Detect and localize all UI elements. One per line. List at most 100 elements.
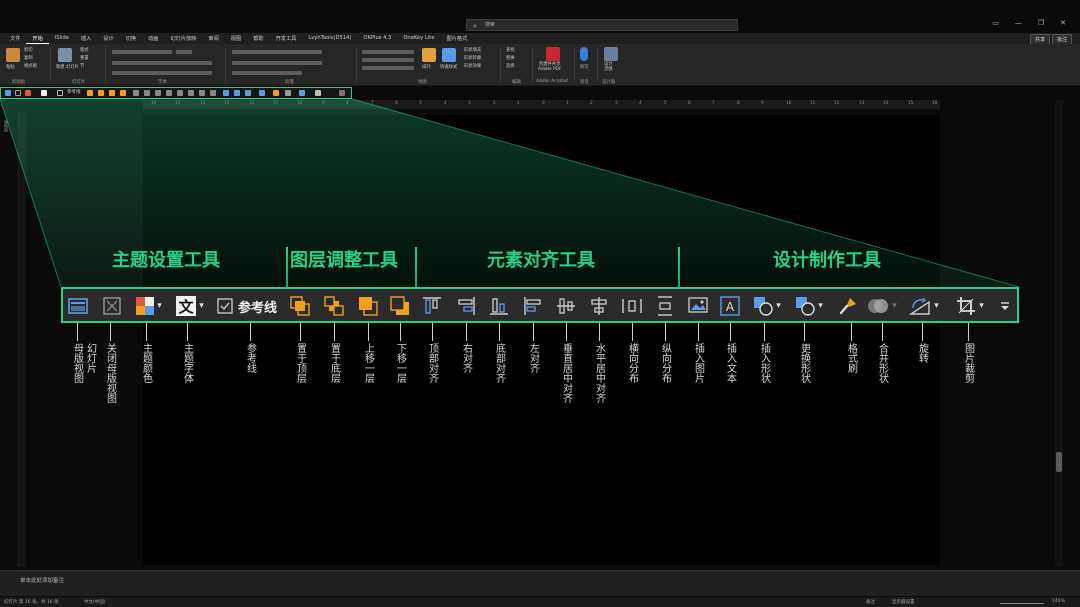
tab-help[interactable]: 帮助 — [247, 33, 269, 44]
tab-transitions[interactable]: 切换 — [120, 33, 142, 44]
bring-to-front-button[interactable] — [289, 295, 311, 317]
maximize-button[interactable]: ❐ — [1038, 19, 1044, 27]
reset-button[interactable]: 重置 — [80, 55, 89, 61]
qat-send-backward-icon[interactable] — [120, 90, 126, 96]
qat-format-painter-icon[interactable] — [273, 90, 279, 96]
distribute-horizontal-button[interactable] — [621, 295, 643, 317]
quick-styles-icon[interactable] — [442, 48, 456, 62]
paragraph-row-3[interactable] — [232, 71, 302, 75]
qat-insert-picture-icon[interactable] — [223, 90, 229, 96]
qat-align-center-v-icon[interactable] — [177, 90, 183, 96]
guides-toggle[interactable]: 参考线 — [213, 295, 281, 317]
section-button[interactable]: 节 — [80, 63, 84, 69]
format-painter-tool-button[interactable] — [837, 295, 859, 317]
qat-align-right-icon[interactable] — [144, 90, 150, 96]
customize-qat-button[interactable] — [997, 295, 1013, 317]
insert-picture-button[interactable] — [687, 295, 709, 317]
paragraph-row-1[interactable] — [232, 50, 322, 54]
designer-icon[interactable] — [604, 47, 618, 61]
replace-button[interactable]: 替换 — [506, 55, 515, 61]
qat-guides-checkbox-icon[interactable] — [57, 90, 63, 96]
arrange-icon[interactable] — [422, 48, 436, 62]
crop-button[interactable]: ▾ — [951, 295, 989, 317]
qat-change-shape-icon[interactable] — [259, 90, 265, 96]
close-master-button[interactable] — [101, 295, 123, 317]
microphone-icon[interactable] — [580, 47, 588, 61]
qat-slide-master-icon[interactable] — [5, 90, 11, 96]
align-center-horizontal-button[interactable] — [588, 295, 610, 317]
shapes-gallery-row-1[interactable] — [362, 50, 414, 54]
thumbnail-pane-collapsed[interactable]: 缩略图 — [0, 100, 14, 570]
tab-developer[interactable]: 开发工具 — [270, 33, 303, 44]
tab-slideshow[interactable]: 幻灯片放映 — [164, 33, 202, 44]
merge-shapes-button[interactable]: ▾ — [865, 295, 899, 317]
send-backward-button[interactable] — [389, 295, 411, 317]
shape-outline-button[interactable]: 形状轮廓 — [464, 55, 481, 61]
theme-colors-button[interactable]: ▾ — [129, 295, 169, 317]
qat-align-left-icon[interactable] — [166, 90, 172, 96]
shapes-gallery-row-3[interactable] — [362, 66, 414, 70]
qat-insert-textbox-icon[interactable] — [234, 90, 240, 96]
align-left-button[interactable] — [522, 295, 544, 317]
tab-okplus[interactable]: OKPlus 4.3 — [357, 33, 397, 44]
vertical-scrollbar[interactable] — [1055, 100, 1063, 567]
insert-textbox-button[interactable]: A — [719, 295, 741, 317]
adobe-pdf-icon[interactable] — [546, 47, 560, 61]
align-top-button[interactable] — [421, 295, 443, 317]
scrollbar-thumb[interactable] — [1056, 452, 1062, 472]
paragraph-row-2[interactable] — [232, 61, 322, 65]
align-right-button[interactable] — [455, 295, 477, 317]
shapes-gallery-row-2[interactable] — [362, 58, 414, 62]
tab-lvyhtools[interactable]: LvyhTools(D514) — [302, 33, 357, 44]
new-slide-icon[interactable] — [58, 48, 72, 62]
change-shape-button[interactable]: ▾ — [791, 295, 827, 317]
align-center-vertical-button[interactable] — [555, 295, 577, 317]
font-effects-row[interactable] — [112, 71, 212, 75]
rotate-button[interactable]: ▾ — [905, 295, 943, 317]
font-format-row[interactable] — [112, 61, 212, 65]
format-painter-button[interactable]: 格式刷 — [24, 63, 37, 69]
qat-align-center-h-icon[interactable] — [188, 90, 194, 96]
qat-bring-forward-icon[interactable] — [109, 90, 115, 96]
find-button[interactable]: 查找 — [506, 47, 515, 53]
notes-toggle[interactable]: 备注 — [866, 599, 875, 605]
qat-align-top-icon[interactable] — [133, 90, 139, 96]
qat-insert-shape-icon[interactable] — [245, 90, 251, 96]
qat-theme-colors-icon[interactable] — [25, 90, 31, 96]
minimize-button[interactable]: — — [1015, 19, 1022, 27]
display-settings[interactable]: 显示器设置 — [892, 599, 915, 605]
bring-forward-button[interactable] — [357, 295, 379, 317]
insert-shape-button[interactable]: ▾ — [749, 295, 785, 317]
tab-onekey[interactable]: OneKey Lite — [397, 33, 440, 44]
slide-canvas[interactable] — [143, 115, 940, 565]
send-to-back-button[interactable] — [323, 295, 345, 317]
tab-design[interactable]: 设计 — [97, 33, 119, 44]
qat-rotate-icon[interactable] — [299, 90, 305, 96]
zoom-slider[interactable] — [1000, 603, 1044, 604]
distribute-vertical-button[interactable] — [654, 295, 676, 317]
ribbon-display-button[interactable]: ▭ — [992, 19, 999, 27]
qat-distribute-v-icon[interactable] — [210, 90, 216, 96]
qat-merge-shapes-icon[interactable] — [285, 90, 291, 96]
tab-review[interactable]: 审阅 — [202, 33, 224, 44]
language-indicator[interactable]: 中文(中国) — [84, 599, 106, 605]
select-button[interactable]: 选择 — [506, 63, 515, 69]
cut-button[interactable]: 剪切 — [24, 47, 33, 53]
qat-send-to-back-icon[interactable] — [98, 90, 104, 96]
tab-animations[interactable]: 动画 — [142, 33, 164, 44]
tab-insert[interactable]: 插入 — [75, 33, 97, 44]
search-box[interactable]: ⌕ 搜索 — [466, 19, 738, 31]
qat-close-master-icon[interactable] — [15, 90, 21, 96]
qat-customize-icon[interactable] — [339, 90, 345, 96]
shape-fill-button[interactable]: 形状填充 — [464, 47, 481, 53]
qat-crop-icon[interactable] — [315, 90, 321, 96]
qat-distribute-h-icon[interactable] — [199, 90, 205, 96]
zoom-level[interactable]: 140% — [1052, 599, 1065, 604]
close-button[interactable]: ✕ — [1060, 19, 1066, 27]
qat-align-bottom-icon[interactable] — [155, 90, 161, 96]
tab-home[interactable]: 开始 — [26, 33, 49, 44]
paste-icon[interactable] — [6, 48, 20, 62]
font-name-box[interactable] — [112, 50, 172, 54]
qat-bring-to-front-icon[interactable] — [87, 90, 93, 96]
tab-file[interactable]: 文件 — [4, 33, 26, 44]
